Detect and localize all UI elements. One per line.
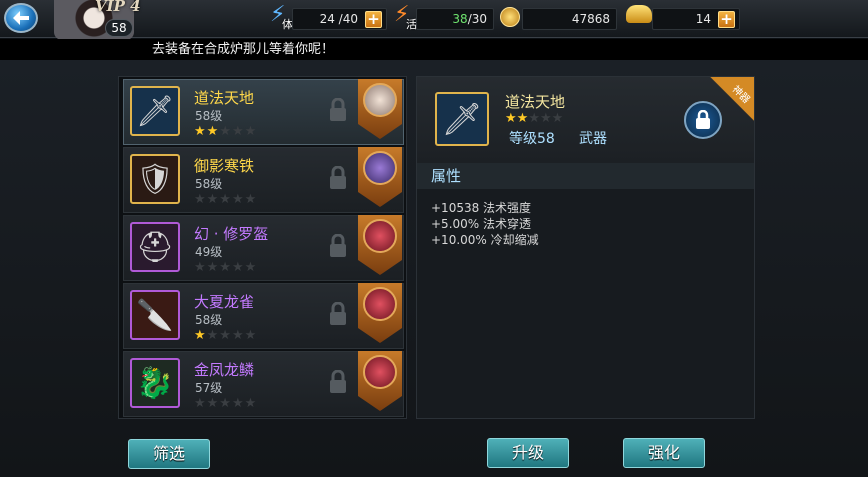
equipment-level: 49级: [195, 245, 223, 259]
announcement-marquee: 去装备在合成炉那儿等着你呢！: [0, 39, 868, 60]
enhance-button[interactable]: 强化: [623, 438, 705, 468]
equipment-stars: ★★★★★: [194, 192, 258, 207]
equipment-row-2[interactable]: ⛑ 幻 · 修罗盔 49级 ★★★★★: [123, 215, 404, 281]
top-bar: VIP 4 58 ⚡ 体 24 /40 + ⚡ 活 38/30 47868 14 +: [0, 0, 868, 40]
back-arrow-icon: [13, 11, 29, 25]
hero-portrait-badge: [358, 351, 402, 411]
equipment-row-4[interactable]: 🐉 金凤龙鳞 57级 ★★★★★: [123, 351, 404, 417]
detail-name: 道法天地: [505, 93, 566, 111]
stamina-bar: 24 /40 +: [292, 8, 387, 30]
equipment-name: 御影寒铁: [194, 157, 255, 175]
attribute-line: +5.00% 法术穿透: [431, 217, 531, 231]
lock-icon[interactable]: [329, 166, 347, 190]
upgrade-button[interactable]: 升级: [487, 438, 569, 468]
equipment-detail-panel: 🗡 道法天地 ★★★★★ 等级58 武器 神器 属性 +10538 法术强度 +…: [416, 76, 755, 419]
equipment-name: 大夏龙雀: [194, 293, 255, 311]
equipment-list: 🗡 道法天地 58级 ★★★★★ 🛡 御影寒铁 58级 ★★★★★ ⛑ 幻 · …: [118, 76, 407, 419]
blade-icon: 🔪: [130, 290, 180, 340]
hero-portrait-badge: [358, 283, 402, 343]
equipment-row-1[interactable]: 🛡 御影寒铁 58级 ★★★★★: [123, 147, 404, 213]
gold-value: 14: [695, 12, 711, 26]
equipment-name: 金凤龙鳞: [194, 361, 255, 379]
detail-level: 等级58: [509, 131, 555, 147]
sword-icon: 🗡: [130, 86, 180, 136]
sword-icon: 🗡: [435, 92, 489, 146]
filter-button[interactable]: 筛选: [128, 439, 210, 469]
back-button[interactable]: [4, 3, 38, 33]
detail-stars: ★★★★★: [505, 111, 564, 126]
coins-bar: 47868: [522, 8, 617, 30]
equipment-stars: ★★★★★: [194, 124, 258, 139]
lightning-icon: ⚡ 体: [270, 4, 293, 32]
lock-icon[interactable]: [329, 370, 347, 394]
lock-icon[interactable]: [329, 234, 347, 258]
stamina-plus-button[interactable]: +: [365, 11, 382, 28]
gold-bar: 14 +: [652, 8, 740, 30]
equipment-stars: ★★★★★: [194, 260, 258, 275]
equipment-stars: ★★★★★: [194, 328, 258, 343]
equipment-stars: ★★★★★: [194, 396, 258, 411]
equipment-level: 58级: [195, 109, 223, 123]
activity-bar: 38/30: [416, 8, 494, 30]
equipment-level: 58级: [195, 177, 223, 191]
equipment-row-0[interactable]: 🗡 道法天地 58级 ★★★★★: [123, 79, 404, 145]
helmet-icon: ⛑: [130, 222, 180, 272]
attributes-list: +10538 法术强度 +5.00% 法术穿透 +10.00% 冷却缩减: [431, 200, 539, 248]
coins-value: 47868: [571, 12, 610, 26]
vip-label: VIP 4: [95, 0, 141, 15]
hero-portrait-badge: [358, 79, 402, 139]
gold-plus-button[interactable]: +: [718, 11, 735, 28]
artifact-tag: 神器: [706, 77, 754, 125]
gold-ingot-icon: [626, 5, 652, 23]
equipment-level: 58级: [195, 313, 223, 327]
attributes-heading: 属性: [417, 163, 754, 189]
armor-icon: 🛡: [130, 154, 180, 204]
artifact-tag-label: 神器: [729, 83, 752, 106]
stamina-value: 24 /40: [319, 12, 358, 26]
activity-current: 38: [452, 12, 468, 26]
equipment-level: 57级: [195, 381, 223, 395]
equipment-name: 幻 · 修罗盔: [194, 225, 269, 243]
hero-portrait-badge: [358, 147, 402, 207]
lock-icon[interactable]: [329, 98, 347, 122]
hero-portrait-badge: [358, 215, 402, 275]
detail-header: 🗡 道法天地 ★★★★★ 等级58 武器 神器: [417, 77, 754, 163]
player-level-badge: 58: [105, 19, 133, 37]
detail-type: 武器: [579, 131, 607, 147]
equipment-name: 道法天地: [194, 89, 255, 107]
flame-icon: ⚡ 活: [394, 4, 417, 32]
activity-total: /30: [467, 12, 487, 26]
attribute-line: +10538 法术强度: [431, 201, 532, 215]
scale-armor-icon: 🐉: [130, 358, 180, 408]
coin-icon: [500, 7, 520, 27]
attribute-line: +10.00% 冷却缩减: [431, 233, 539, 247]
lock-icon[interactable]: [329, 302, 347, 326]
equipment-row-3[interactable]: 🔪 大夏龙雀 58级 ★★★★★: [123, 283, 404, 349]
